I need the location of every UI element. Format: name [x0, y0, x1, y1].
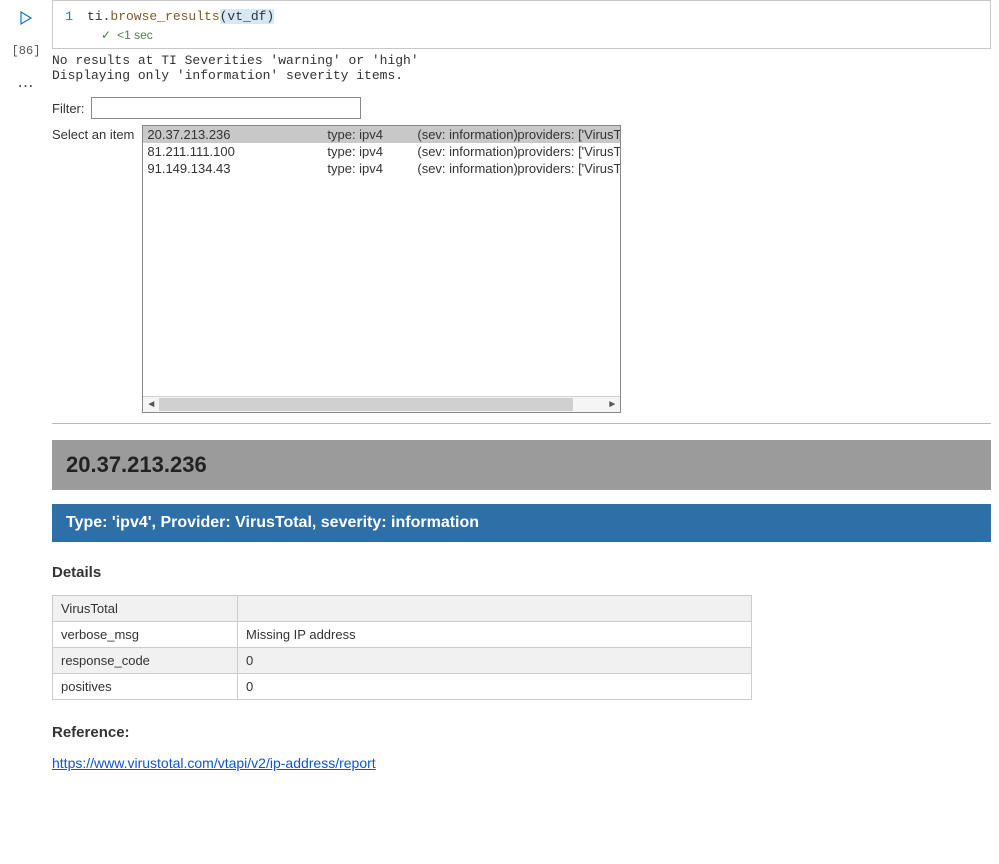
list-item-sev: (sev: information) [417, 143, 517, 160]
table-key: verbose_msg [53, 622, 238, 648]
list-item-ip: 91.149.134.43 [147, 160, 327, 177]
list-item-gap [397, 143, 417, 160]
output-text: No results at TI Severities 'warning' or… [52, 49, 991, 93]
table-value: Missing IP address [238, 622, 752, 648]
execution-count: [86] [0, 44, 52, 58]
table-row: response_code0 [53, 648, 752, 674]
divider [52, 423, 991, 424]
table-value: 0 [238, 674, 752, 700]
filter-input[interactable] [91, 97, 361, 119]
list-item-sev: (sev: information) [417, 126, 517, 143]
code-line[interactable]: 1 ti.browse_results(vt_df) [53, 1, 990, 28]
table-row: VirusTotal [53, 596, 752, 622]
select-listing[interactable]: 20.37.213.236type: ipv4 (sev: information… [143, 126, 620, 396]
check-icon: ✓ [101, 28, 111, 42]
table-value: 0 [238, 648, 752, 674]
table-row: verbose_msgMissing IP address [53, 622, 752, 648]
filter-label: Filter: [52, 101, 85, 116]
table-key: response_code [53, 648, 238, 674]
list-item-prov: providers: ['VirusTo [517, 126, 620, 143]
select-listbox[interactable]: 20.37.213.236type: ipv4 (sev: information… [142, 125, 621, 413]
list-item-gap [397, 126, 417, 143]
hscroll-track[interactable] [159, 397, 604, 413]
code-cell[interactable]: 1 ti.browse_results(vt_df) ✓ <1 sec [52, 0, 991, 49]
hscroll-thumb[interactable] [159, 398, 573, 411]
list-item[interactable]: 20.37.213.236type: ipv4 (sev: information… [143, 126, 620, 143]
result-type-bar: Type: 'ipv4', Provider: VirusTotal, seve… [52, 504, 991, 542]
table-row: positives0 [53, 674, 752, 700]
details-heading: Details [52, 564, 991, 581]
result-ip-header: 20.37.213.236 [52, 440, 991, 490]
output-line-2: Displaying only 'information' severity i… [52, 68, 403, 83]
code-call: browse_results [110, 9, 219, 24]
cell-gutter: [86] ⋯ [0, 0, 52, 771]
list-item[interactable]: 81.211.111.100type: ipv4 (sev: informatio… [143, 143, 620, 160]
notebook-cell: [86] ⋯ 1 ti.browse_results(vt_df) ✓ <1 s… [0, 0, 999, 771]
list-item[interactable]: 91.149.134.43type: ipv4 (sev: information… [143, 160, 620, 177]
cell-status: ✓ <1 sec [53, 28, 990, 48]
scroll-right-icon[interactable]: ► [604, 399, 620, 410]
cell-main: 1 ti.browse_results(vt_df) ✓ <1 sec No r… [52, 0, 999, 771]
list-item-prov: providers: ['VirusTo [517, 143, 620, 160]
table-key: positives [53, 674, 238, 700]
list-item-prov: providers: ['VirusTo [517, 160, 620, 177]
table-value [238, 596, 752, 622]
list-item-type: type: ipv4 [327, 126, 397, 143]
details-table: VirusTotalverbose_msgMissing IP addressr… [52, 595, 752, 700]
select-label: Select an item [52, 125, 134, 142]
line-number: 1 [63, 9, 87, 24]
list-item-type: type: ipv4 [327, 160, 397, 177]
code-prefix: ti. [87, 9, 110, 24]
output-line-1: No results at TI Severities 'warning' or… [52, 53, 419, 68]
list-item-ip: 20.37.213.236 [147, 126, 327, 143]
scroll-left-icon[interactable]: ◄ [143, 399, 159, 410]
list-item-sev: (sev: information) [417, 160, 517, 177]
code-text[interactable]: ti.browse_results(vt_df) [87, 9, 274, 24]
widget-area: Filter: Select an item 20.37.213.236type… [52, 97, 991, 771]
reference-heading: Reference: [52, 724, 991, 741]
table-key: VirusTotal [53, 596, 238, 622]
exec-time: <1 sec [117, 28, 153, 42]
list-item-ip: 81.211.111.100 [147, 143, 327, 160]
list-item-type: type: ipv4 [327, 143, 397, 160]
select-row: Select an item 20.37.213.236type: ipv4 (s… [52, 125, 991, 413]
hscrollbar[interactable]: ◄ ► [143, 396, 620, 412]
run-cell-icon[interactable] [0, 10, 52, 26]
list-item-gap [397, 160, 417, 177]
reference-link[interactable]: https://www.virustotal.com/vtapi/v2/ip-a… [52, 755, 376, 771]
code-arg: (vt_df) [220, 9, 275, 24]
filter-row: Filter: [52, 97, 991, 119]
cell-more-icon[interactable]: ⋯ [0, 76, 52, 96]
